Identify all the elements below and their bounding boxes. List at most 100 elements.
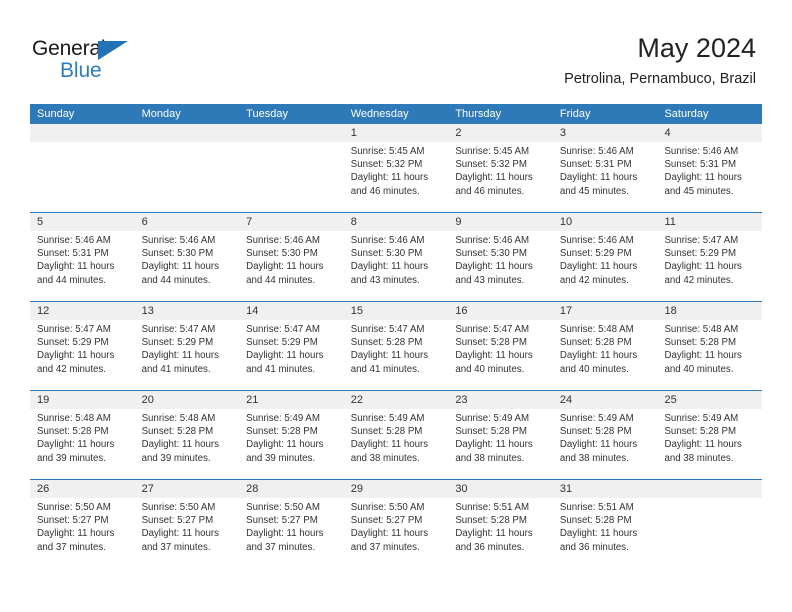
day-number[interactable]: 31 bbox=[553, 480, 658, 498]
day-detail-line: Sunset: 5:27 PM bbox=[246, 515, 318, 527]
day-cell[interactable]: Sunrise: 5:46 AM Sunset: 5:30 PM Daylight:… bbox=[448, 231, 553, 301]
day-cell[interactable]: Sunrise: 5:49 AM Sunset: 5:28 PM Daylight:… bbox=[239, 409, 344, 479]
day-cell[interactable]: Sunrise: 5:47 AM Sunset: 5:29 PM Daylight:… bbox=[30, 320, 135, 390]
week-date-band: 19 20 21 22 23 24 25 bbox=[30, 391, 762, 409]
brand-logo[interactable]: General Blue bbox=[32, 36, 162, 86]
day-detail-line: Sunrise: 5:46 AM bbox=[246, 235, 320, 246]
day-detail-line: Sunrise: 5:47 AM bbox=[246, 324, 320, 335]
day-number[interactable]: 6 bbox=[135, 213, 240, 231]
day-cell[interactable]: Sunrise: 5:50 AM Sunset: 5:27 PM Daylight:… bbox=[135, 498, 240, 568]
day-detail-line: Sunrise: 5:49 AM bbox=[664, 413, 739, 424]
day-detail-line: Sunset: 5:28 PM bbox=[350, 337, 423, 349]
week-body-row: Sunrise: 5:47 AM Sunset: 5:29 PM Daylight:… bbox=[30, 320, 762, 390]
day-cell[interactable]: Sunrise: 5:47 AM Sunset: 5:29 PM Daylight:… bbox=[657, 231, 762, 301]
day-number[interactable]: 21 bbox=[239, 391, 344, 409]
day-number[interactable]: 18 bbox=[657, 302, 762, 320]
day-number[interactable]: 4 bbox=[657, 124, 762, 142]
day-cell[interactable]: Sunrise: 5:49 AM Sunset: 5:28 PM Daylight:… bbox=[657, 409, 762, 479]
day-cell[interactable]: Sunrise: 5:51 AM Sunset: 5:28 PM Daylight:… bbox=[553, 498, 658, 568]
day-cell[interactable]: Sunrise: 5:49 AM Sunset: 5:28 PM Daylight:… bbox=[344, 409, 449, 479]
day-detail-line: Sunrise: 5:45 AM bbox=[455, 146, 530, 157]
day-cell[interactable]: Sunrise: 5:46 AM Sunset: 5:30 PM Daylight:… bbox=[135, 231, 240, 301]
calendar-week: 5 6 7 8 9 10 11 Sunrise: 5:46 AM Sunset: 5:31 PM… bbox=[30, 212, 762, 301]
day-cell[interactable]: Sunrise: 5:45 AM Sunset: 5:32 PM Daylight:… bbox=[448, 142, 553, 212]
day-cell[interactable]: Sunrise: 5:47 AM Sunset: 5:29 PM Daylight:… bbox=[239, 320, 344, 390]
day-cell[interactable]: Sunrise: 5:47 AM Sunset: 5:28 PM Daylight:… bbox=[344, 320, 449, 390]
day-number[interactable]: 11 bbox=[657, 213, 762, 231]
day-detail-line: Sunset: 5:29 PM bbox=[664, 248, 737, 260]
day-number[interactable]: 5 bbox=[30, 213, 135, 231]
title-block: May 2024 Petrolina, Pernambuco, Brazil bbox=[564, 32, 756, 88]
day-detail-line: Sunset: 5:28 PM bbox=[664, 426, 737, 438]
brand-logo-text-blue: Blue bbox=[60, 59, 102, 82]
day-cell[interactable]: Sunrise: 5:51 AM Sunset: 5:28 PM Daylight:… bbox=[448, 498, 553, 568]
day-number[interactable]: 9 bbox=[448, 213, 553, 231]
day-number[interactable]: 10 bbox=[553, 213, 658, 231]
day-number[interactable]: 25 bbox=[657, 391, 762, 409]
day-detail-line: and 42 minutes. bbox=[37, 363, 106, 375]
day-cell[interactable]: Sunrise: 5:50 AM Sunset: 5:27 PM Daylight:… bbox=[30, 498, 135, 568]
day-detail-line: and 40 minutes. bbox=[664, 363, 734, 375]
day-number[interactable]: 26 bbox=[30, 480, 135, 498]
day-detail-line: Sunrise: 5:48 AM bbox=[141, 413, 216, 424]
day-cell[interactable]: Sunrise: 5:48 AM Sunset: 5:28 PM Daylight:… bbox=[553, 320, 658, 390]
day-cell[interactable]: Sunrise: 5:46 AM Sunset: 5:29 PM Daylight:… bbox=[553, 231, 658, 301]
day-number[interactable]: 30 bbox=[448, 480, 553, 498]
day-cell[interactable]: Sunrise: 5:46 AM Sunset: 5:30 PM Daylight:… bbox=[344, 231, 449, 301]
week-date-band: 26 27 28 29 30 31 bbox=[30, 480, 762, 498]
day-cell[interactable]: Sunrise: 5:45 AM Sunset: 5:32 PM Daylight:… bbox=[344, 142, 449, 212]
day-cell[interactable]: Sunrise: 5:48 AM Sunset: 5:28 PM Daylight:… bbox=[135, 409, 240, 479]
day-number[interactable]: 27 bbox=[135, 480, 240, 498]
day-number[interactable]: 3 bbox=[553, 124, 658, 142]
day-cell[interactable]: Sunrise: 5:47 AM Sunset: 5:29 PM Daylight:… bbox=[135, 320, 240, 390]
day-number[interactable]: 2 bbox=[448, 124, 553, 142]
weekday-header-saturday: Saturday bbox=[664, 108, 709, 120]
weekday-header-tuesday: Tuesday bbox=[246, 108, 288, 120]
day-cell[interactable]: Sunrise: 5:48 AM Sunset: 5:28 PM Daylight:… bbox=[30, 409, 135, 479]
day-cell-empty bbox=[30, 142, 135, 212]
day-cell[interactable]: Sunrise: 5:46 AM Sunset: 5:31 PM Daylight:… bbox=[30, 231, 135, 301]
day-cell[interactable]: Sunrise: 5:46 AM Sunset: 5:30 PM Daylight:… bbox=[239, 231, 344, 301]
day-number[interactable]: 15 bbox=[344, 302, 449, 320]
day-number[interactable]: 28 bbox=[239, 480, 344, 498]
day-number[interactable]: 19 bbox=[30, 391, 135, 409]
day-cell[interactable]: Sunrise: 5:49 AM Sunset: 5:28 PM Daylight:… bbox=[448, 409, 553, 479]
day-detail-line: Sunset: 5:27 PM bbox=[350, 515, 423, 527]
day-number[interactable]: 23 bbox=[448, 391, 553, 409]
day-detail-line: and 40 minutes. bbox=[455, 363, 525, 375]
day-detail-line: Daylight: 11 hours bbox=[141, 528, 219, 540]
day-number[interactable]: 12 bbox=[30, 302, 135, 320]
day-number[interactable]: 17 bbox=[553, 302, 658, 320]
day-detail-line: Sunset: 5:31 PM bbox=[559, 159, 632, 171]
day-number[interactable]: 13 bbox=[135, 302, 240, 320]
day-cell[interactable]: Sunrise: 5:47 AM Sunset: 5:28 PM Daylight:… bbox=[448, 320, 553, 390]
day-detail-line: Sunset: 5:30 PM bbox=[141, 248, 214, 260]
day-detail-line: Daylight: 11 hours bbox=[37, 350, 115, 362]
day-number[interactable]: 20 bbox=[135, 391, 240, 409]
day-cell[interactable]: Sunrise: 5:46 AM Sunset: 5:31 PM Daylight:… bbox=[657, 142, 762, 212]
day-number[interactable]: 29 bbox=[344, 480, 449, 498]
weekday-header-monday: Monday bbox=[141, 108, 181, 120]
day-detail-line: Sunrise: 5:46 AM bbox=[559, 146, 634, 157]
weekday-header-row: Sunday Monday Tuesday Wednesday Thursday Frid… bbox=[30, 104, 762, 124]
day-number[interactable]: 14 bbox=[239, 302, 344, 320]
day-detail-line: Sunrise: 5:50 AM bbox=[141, 502, 216, 513]
day-number[interactable]: 24 bbox=[553, 391, 658, 409]
day-detail-line: and 38 minutes. bbox=[559, 452, 629, 464]
day-cell[interactable]: Sunrise: 5:50 AM Sunset: 5:27 PM Daylight:… bbox=[344, 498, 449, 568]
day-number[interactable]: 16 bbox=[448, 302, 553, 320]
day-detail-line: and 38 minutes. bbox=[455, 452, 525, 464]
day-detail-line: and 42 minutes. bbox=[559, 274, 629, 286]
day-number[interactable]: 8 bbox=[344, 213, 449, 231]
day-cell[interactable]: Sunrise: 5:46 AM Sunset: 5:31 PM Daylight:… bbox=[553, 142, 658, 212]
day-cell[interactable]: Sunrise: 5:48 AM Sunset: 5:28 PM Daylight:… bbox=[657, 320, 762, 390]
day-cell[interactable]: Sunrise: 5:50 AM Sunset: 5:27 PM Daylight:… bbox=[239, 498, 344, 568]
day-cell[interactable]: Sunrise: 5:49 AM Sunset: 5:28 PM Daylight:… bbox=[553, 409, 658, 479]
day-detail-line: Daylight: 11 hours bbox=[559, 172, 638, 184]
day-number[interactable]: 22 bbox=[344, 391, 449, 409]
day-number[interactable]: 1 bbox=[344, 124, 449, 142]
calendar-week: 19 20 21 22 23 24 25 Sunrise: 5:48 AM Sunset: 5:… bbox=[30, 390, 762, 479]
week-body-row: Sunrise: 5:46 AM Sunset: 5:31 PM Daylight:… bbox=[30, 231, 762, 301]
day-detail-line: and 44 minutes. bbox=[37, 274, 106, 286]
day-number[interactable]: 7 bbox=[239, 213, 344, 231]
